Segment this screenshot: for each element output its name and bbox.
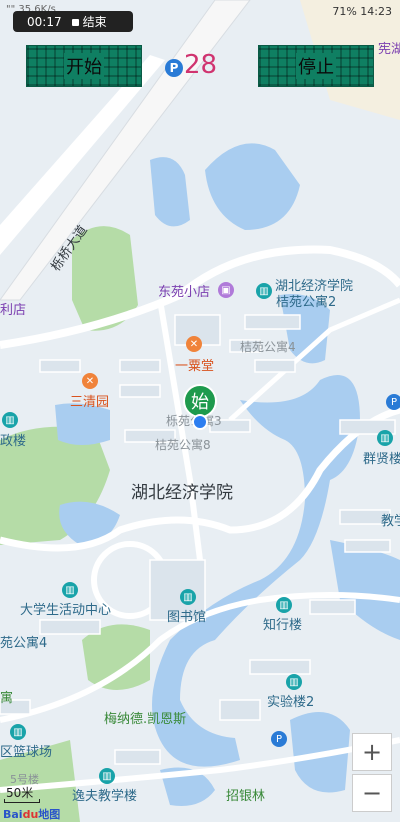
counter-value: 28 [184, 50, 218, 80]
scale-bar [4, 799, 40, 803]
label-yu: 寓 [0, 691, 14, 706]
recording-elapsed: 00:17 [27, 14, 62, 29]
parking-icon-map[interactable]: P [386, 394, 400, 410]
library-icon[interactable]: ▥ [180, 589, 196, 605]
label-jieyuan4: 桔苑公寓4 [240, 340, 296, 354]
label-yifu: 逸夫教学楼 [72, 789, 138, 804]
label-shop-left: 利店 [0, 303, 27, 318]
label-activity-center: 大学生活动中心 [20, 603, 112, 618]
parking-icon-south[interactable]: P [271, 731, 287, 747]
stop-button-label: 停止 [296, 53, 336, 79]
building-icon-left[interactable]: ▥ [2, 412, 18, 428]
label-mennad: 梅纳德.凯恩斯 [104, 712, 187, 727]
label-lab2: 实验楼2 [267, 695, 315, 710]
logo-accent: du [22, 808, 39, 821]
zoom-out-button[interactable]: − [352, 774, 392, 812]
label-library: 图书馆 [167, 610, 207, 625]
shop-icon[interactable]: ▣ [218, 282, 234, 298]
start-button-label: 开始 [64, 53, 104, 79]
start-marker[interactable]: 始 [183, 384, 217, 418]
logo-suffix: 地图 [38, 808, 61, 821]
label-zhaoyin: 招银林 [226, 789, 266, 804]
stop-square-icon [71, 19, 79, 26]
current-location-dot [192, 414, 208, 430]
label-yisutang: 一粟堂 [175, 359, 215, 374]
label-jieyuan8: 桔苑公寓8 [155, 438, 211, 452]
logo-text: Bai [3, 808, 23, 821]
label-teach-right: 教学 [381, 514, 400, 529]
school-icon[interactable]: ▥ [256, 283, 272, 299]
lab-icon[interactable]: ▥ [286, 674, 302, 690]
label-zhixing: 知行楼 [263, 618, 303, 633]
label-dongyuan-store: 东苑小店 [158, 285, 211, 300]
recording-end-label: 结束 [82, 15, 107, 29]
status-right: 71% 14:23 [332, 5, 392, 18]
recording-end[interactable]: 结束 [71, 13, 107, 30]
label-apartment4: 苑公寓4 [0, 636, 48, 651]
baidu-logo: Baidu地图 [3, 806, 60, 822]
clock: 14:23 [360, 5, 392, 18]
start-button[interactable]: 开始 [26, 45, 142, 87]
zhixing-icon[interactable]: ▥ [276, 597, 292, 613]
label-qunxian: 群贤楼 [363, 452, 400, 467]
label-top-right: 宪湖 [378, 42, 400, 57]
label-campus: 湖北经济学院 [131, 483, 233, 503]
court-icon[interactable]: ▥ [10, 724, 26, 740]
battery-level: 71% [332, 5, 357, 18]
label-sanqingyuan: 三清园 [70, 395, 110, 410]
label-zheng-building: 政楼 [0, 434, 27, 449]
zoom-in-button[interactable]: + [352, 733, 392, 771]
stop-button[interactable]: 停止 [258, 45, 374, 87]
building-icon-qunxian[interactable]: ▥ [377, 430, 393, 446]
activity-center-icon[interactable]: ▥ [62, 582, 78, 598]
label-court: 区篮球场 [0, 745, 53, 760]
restaurant-icon[interactable]: ✕ [186, 336, 202, 352]
label-jieyuan2: 桔苑公寓2 [276, 295, 337, 310]
yifu-icon[interactable]: ▥ [99, 768, 115, 784]
recording-pill[interactable]: 00:17 结束 [13, 11, 133, 32]
restaurant-icon-2[interactable]: ✕ [82, 373, 98, 389]
parking-icon: P [165, 59, 183, 77]
